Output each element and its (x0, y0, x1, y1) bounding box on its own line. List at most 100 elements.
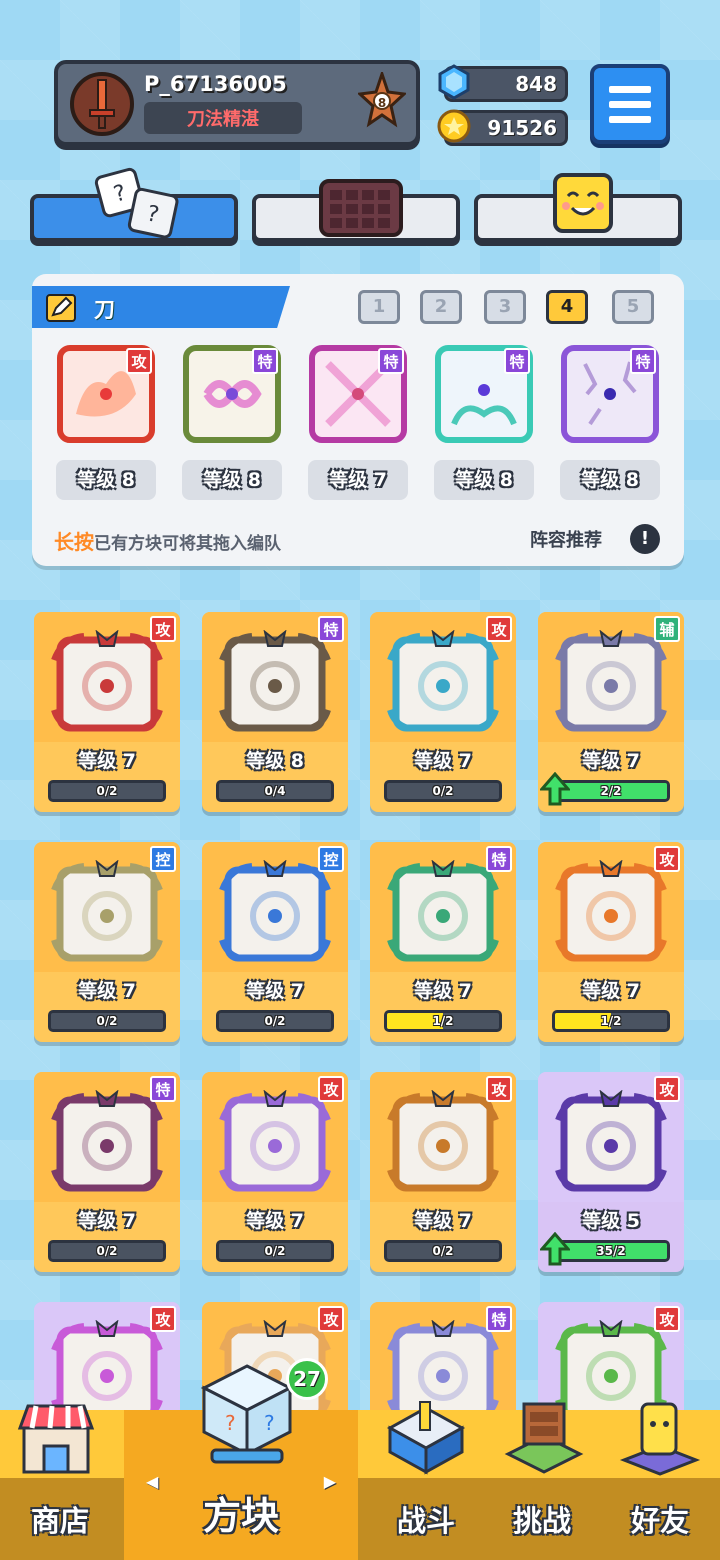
nav-dice[interactable]: ? ? ◀ ▶ 方块 (124, 1364, 358, 1560)
dice-card[interactable]: 攻等级 7 0/2 (370, 612, 516, 812)
upgrade-progress-bar: 0/2 (384, 1240, 502, 1262)
dice-card[interactable]: 控等级 7 0/2 (34, 842, 180, 1042)
deck-tab-4[interactable]: 4 (546, 290, 588, 324)
dice-card[interactable]: 攻等级 7 1/2 (538, 842, 684, 1042)
menu-bar-icon (609, 85, 651, 93)
progress-text: 0/2 (264, 1244, 286, 1258)
upgrade-progress-bar: 0/2 (216, 1240, 334, 1262)
dice-level: 等级 7 (414, 750, 472, 772)
deck-tab-2[interactable]: 2 (420, 290, 462, 324)
rank-badge[interactable]: 8 (358, 72, 406, 132)
tab-board[interactable] (252, 179, 460, 242)
upgrade-progress-bar: 0/4 (216, 780, 334, 802)
team-slot-level: 等级 8 (56, 460, 156, 500)
team-slot-4[interactable]: 特 (434, 344, 534, 444)
progress-text: 1/2 (432, 1014, 454, 1028)
team-slot-5[interactable]: 特 (560, 344, 660, 444)
team-slot-level: 等级 8 (434, 460, 534, 500)
shop-icon (17, 1404, 95, 1474)
dice-card[interactable]: 攻等级 7 0/2 (202, 1072, 348, 1272)
nav-challenge[interactable]: 挑战 (482, 1402, 602, 1560)
player-title: 刀法精湛 (144, 102, 302, 134)
dice-card[interactable]: 控等级 7 0/2 (202, 842, 348, 1042)
upgrade-progress-bar: 0/2 (48, 1240, 166, 1262)
battle-icon (386, 1401, 466, 1475)
dice-face-icon (219, 860, 331, 962)
avatar[interactable] (70, 72, 134, 136)
svg-text:?: ? (225, 1411, 236, 1435)
friends-icon (619, 1402, 701, 1476)
player-profile-card[interactable]: P_67136005 刀法精湛 8 (54, 60, 420, 146)
info-icon[interactable]: ! (630, 524, 660, 554)
team-slot-level: 等级 8 (182, 460, 282, 500)
attack-tag: 攻 (150, 616, 176, 642)
sword-icon (89, 79, 115, 129)
hint-emphasis: 长按 (54, 530, 94, 554)
nav-battle[interactable]: 战斗 (366, 1401, 486, 1560)
special-tag: 特 (486, 1306, 512, 1332)
attack-tag: 攻 (486, 1076, 512, 1102)
dice-card[interactable]: 攻等级 7 0/2 (370, 1072, 516, 1272)
upgrade-progress-bar: 1/2 (552, 1010, 670, 1032)
gem-icon (438, 64, 470, 100)
team-slot-3[interactable]: 特 (308, 344, 408, 444)
dice-level: 等级 7 (414, 1210, 472, 1232)
dice-level: 等级 7 (246, 1210, 304, 1232)
progress-text: 35/2 (596, 1244, 626, 1258)
edit-team-name-button[interactable] (46, 294, 76, 322)
dice-level: 等级 7 (78, 1210, 136, 1232)
upgrade-progress-bar: 0/2 (384, 780, 502, 802)
special-tag: 特 (318, 616, 344, 642)
upgrade-progress-bar: 1/2 (384, 1010, 502, 1032)
dice-face-icon (51, 860, 163, 962)
dice-card[interactable]: 特等级 7 0/2 (34, 1072, 180, 1272)
dice-card[interactable]: 攻等级 5 35/2 (538, 1072, 684, 1272)
deck-tab-5[interactable]: 5 (612, 290, 654, 324)
dice-level: 等级 7 (246, 980, 304, 1002)
dice-face-icon (555, 860, 667, 962)
special-tag: 特 (486, 846, 512, 872)
svg-text:?: ? (264, 1411, 275, 1435)
progress-text: 2/2 (600, 784, 622, 798)
dice-card[interactable]: 辅等级 7 2/2 (538, 612, 684, 812)
nav-shop[interactable]: 商店 (0, 1404, 120, 1560)
dice-card[interactable]: 攻等级 7 0/2 (34, 612, 180, 812)
attack-tag: 攻 (150, 1306, 176, 1332)
team-slot-2[interactable]: 特 (182, 344, 282, 444)
menu-button[interactable] (590, 64, 670, 144)
special-tag: 特 (504, 348, 530, 374)
progress-text: 1/2 (600, 1014, 622, 1028)
deck-tab-3[interactable]: 3 (484, 290, 526, 324)
dice-card[interactable]: 特等级 7 1/2 (370, 842, 516, 1042)
dice-face-icon (387, 860, 499, 962)
upgrade-progress-bar: 0/2 (48, 1010, 166, 1032)
nav-friends[interactable]: 好友 (600, 1402, 720, 1560)
attack-tag: 攻 (318, 1076, 344, 1102)
team-slot-1[interactable]: 攻 (56, 344, 156, 444)
attack-tag: 攻 (486, 616, 512, 642)
progress-text: 0/2 (432, 784, 454, 798)
special-tag: 特 (630, 348, 656, 374)
rank-number: 8 (373, 92, 391, 110)
menu-bar-icon (609, 115, 651, 123)
dice-card[interactable]: 特等级 8 0/4 (202, 612, 348, 812)
dice-level: 等级 7 (582, 980, 640, 1002)
team-panel: 刀 1 2 3 4 5 攻 特 特 特 特 等级 8 等级 8 等级 7 等级 … (32, 274, 684, 566)
dice-level: 等级 8 (246, 750, 304, 772)
nav-label: 战斗 (396, 1504, 455, 1538)
drag-hint: 长按已有方块可将其拖入编队 (54, 526, 281, 555)
player-name: P_67136005 (144, 72, 287, 96)
upgrade-arrow-icon[interactable] (540, 1232, 570, 1266)
tab-dice[interactable]: ? ? (30, 167, 238, 242)
tab-skins[interactable] (474, 173, 682, 242)
team-slot-level: 等级 7 (308, 460, 408, 500)
attack-tag: 攻 (654, 1306, 680, 1332)
dice-level: 等级 5 (582, 1210, 640, 1232)
dice-icon: ? ? (94, 167, 179, 239)
dice-face-icon (555, 630, 667, 732)
dice-face-icon (387, 1090, 499, 1192)
deck-tab-1[interactable]: 1 (358, 290, 400, 324)
lineup-recommend-button[interactable]: 阵容推荐 (530, 526, 602, 552)
pencil-icon (51, 296, 73, 317)
upgrade-arrow-icon[interactable] (540, 772, 570, 806)
